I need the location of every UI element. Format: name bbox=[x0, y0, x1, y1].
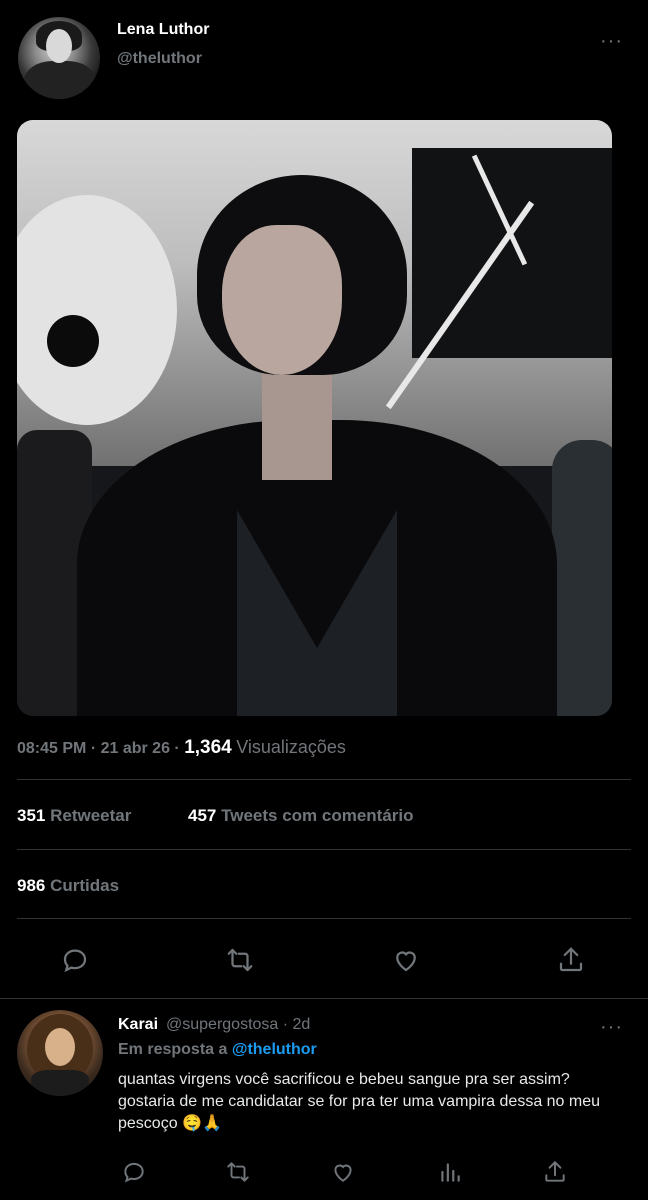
retweets-stat[interactable]: 351 Retweetar bbox=[17, 806, 131, 826]
likes-stat[interactable]: 986 Curtidas bbox=[17, 876, 119, 896]
author-avatar[interactable] bbox=[18, 17, 100, 99]
divider bbox=[17, 779, 631, 780]
tweet-timestamp[interactable]: 08:45 PM · 21 abr 26 · bbox=[17, 740, 180, 757]
more-options-icon[interactable]: ··· bbox=[600, 30, 623, 53]
reply-more-options-icon[interactable]: ··· bbox=[600, 1016, 623, 1039]
divider bbox=[0, 998, 648, 999]
views-label: Visualizações bbox=[236, 737, 346, 757]
author-name[interactable]: Lena Luthor bbox=[117, 21, 209, 39]
retweet-icon[interactable] bbox=[218, 1152, 258, 1192]
divider bbox=[17, 849, 631, 850]
in-reply-to: Em resposta a @theluthor bbox=[118, 1041, 317, 1059]
retweet-icon[interactable] bbox=[220, 940, 260, 980]
heart-icon[interactable] bbox=[386, 940, 426, 980]
reply-icon[interactable] bbox=[114, 1152, 154, 1192]
quotes-stat[interactable]: 457 Tweets com comentário bbox=[188, 806, 414, 826]
in-reply-mention-link[interactable]: @theluthor bbox=[232, 1041, 317, 1058]
share-icon[interactable] bbox=[551, 940, 591, 980]
tweet-media-image[interactable] bbox=[17, 120, 612, 716]
divider bbox=[17, 918, 631, 919]
author-handle[interactable]: @theluthor bbox=[117, 50, 202, 68]
views-count: 1,364 bbox=[184, 737, 232, 758]
reply-text: quantas virgens você sacrificou e bebeu … bbox=[118, 1071, 601, 1132]
reply-author-name[interactable]: Karai bbox=[118, 1016, 158, 1034]
reply-author-handle[interactable]: @supergostosa · 2d bbox=[166, 1016, 310, 1034]
reply-icon[interactable] bbox=[55, 940, 95, 980]
heart-icon[interactable] bbox=[323, 1152, 363, 1192]
tweet-timestamp-views: 08:45 PM · 21 abr 26 · 1,364 Visualizaçõ… bbox=[17, 737, 346, 759]
in-reply-prefix: Em resposta a bbox=[118, 1041, 228, 1058]
analytics-icon[interactable] bbox=[430, 1152, 470, 1192]
reply-author-avatar[interactable] bbox=[17, 1010, 103, 1096]
share-icon[interactable] bbox=[535, 1152, 575, 1192]
